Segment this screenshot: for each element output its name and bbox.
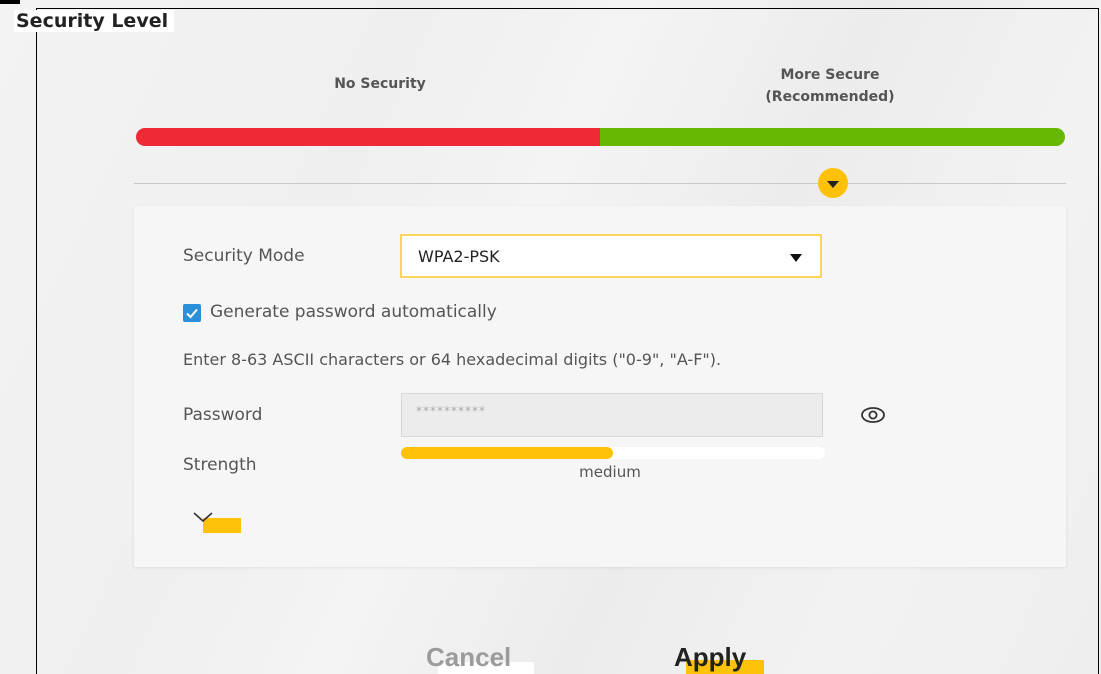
strength-meter-fill bbox=[401, 447, 613, 459]
frame-corner bbox=[0, 0, 20, 4]
generate-password-checkbox[interactable] bbox=[183, 304, 201, 322]
chevron-down-icon[interactable] bbox=[193, 510, 213, 524]
level-label-line1: More Secure bbox=[780, 67, 880, 83]
frame-border-right bbox=[1098, 8, 1099, 674]
frame-border-top bbox=[36, 8, 1099, 9]
password-label: Password bbox=[183, 405, 263, 425]
check-icon bbox=[186, 308, 198, 319]
section-title: Security Level bbox=[14, 10, 175, 32]
cancel-button[interactable]: Cancel bbox=[426, 642, 511, 673]
strength-label: Strength bbox=[183, 455, 257, 475]
frame-border-left bbox=[36, 8, 37, 674]
caret-down-icon bbox=[790, 254, 802, 262]
apply-button[interactable]: Apply bbox=[674, 642, 746, 673]
level-label-line2: (Recommended) bbox=[765, 89, 895, 105]
level-label-more-secure[interactable]: More Secure (Recommended) bbox=[720, 64, 940, 108]
strength-meter bbox=[401, 447, 825, 459]
security-mode-select[interactable]: WPA2-PSK bbox=[400, 234, 822, 278]
level-label-no-security[interactable]: No Security bbox=[280, 76, 480, 92]
password-hint: Enter 8-63 ASCII characters or 64 hexade… bbox=[183, 350, 722, 369]
level-bar-no-security[interactable] bbox=[136, 128, 606, 146]
selected-level-marker-icon[interactable] bbox=[818, 168, 848, 198]
generate-password-label[interactable]: Generate password automatically bbox=[210, 302, 497, 322]
level-bar-more-secure[interactable] bbox=[600, 128, 1065, 146]
security-mode-value: WPA2-PSK bbox=[418, 247, 500, 266]
password-input[interactable]: ********** bbox=[401, 393, 823, 437]
eye-icon[interactable] bbox=[858, 405, 888, 425]
strength-text: medium bbox=[579, 463, 641, 481]
level-divider bbox=[134, 183, 1066, 184]
password-value: ********** bbox=[416, 404, 486, 418]
security-mode-label: Security Mode bbox=[183, 246, 305, 266]
